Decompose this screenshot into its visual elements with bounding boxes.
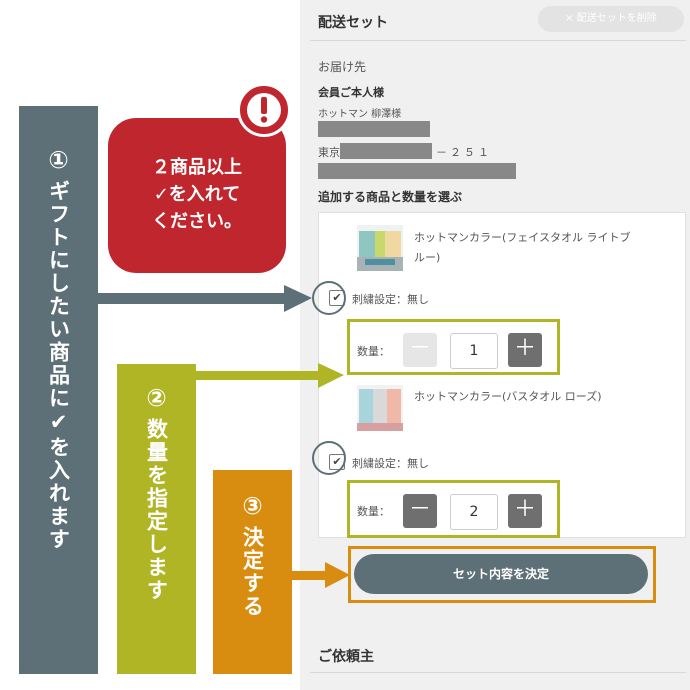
connector-arrows [97,285,350,588]
step1-bar: ① ギフトにしたい商品に✔を入れます [19,106,98,674]
warning-line2: ✓を入れて [153,184,241,205]
step3-bar: ③ 決定する [213,470,292,674]
warning-line3: ください。 [152,211,242,232]
step3-number: ③ [242,492,263,520]
warning-bubble: ２商品以上 ✓を入れて ください。 [108,118,286,273]
step1-number: ① [48,146,69,174]
step3-text: 決定する [240,526,265,618]
arrow-step2 [196,363,344,388]
arrow-step1 [97,285,312,312]
step2-text: 数量を指定します [144,418,169,602]
warning-line1: ２商品以上 [152,157,242,178]
step1-text: ギフトにしたい商品に✔を入れます [46,180,71,551]
arrow-step3 [289,562,350,588]
step2-bar: ② 数量を指定します [117,364,196,674]
step2-number: ② [146,384,167,412]
exclamation-icon [237,83,291,137]
